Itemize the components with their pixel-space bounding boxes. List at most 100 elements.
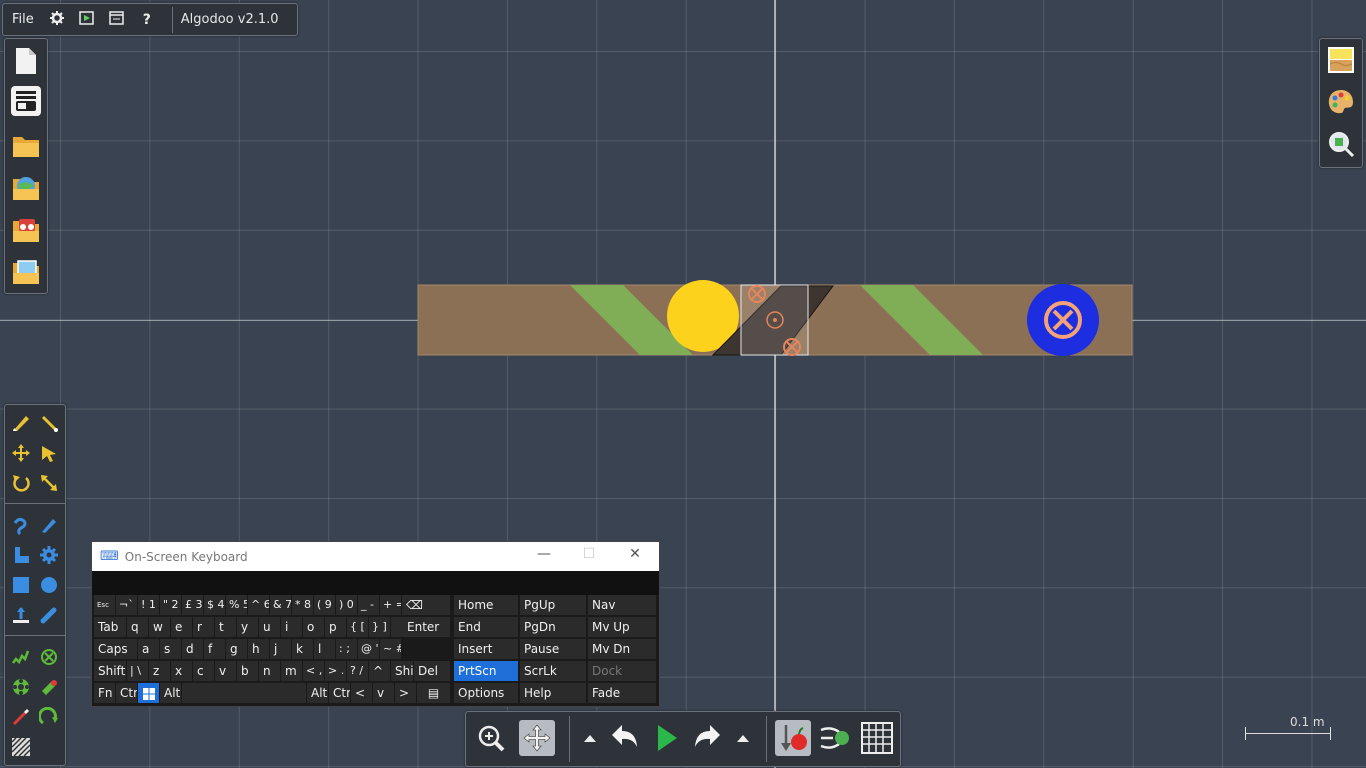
key[interactable]: n: [259, 661, 280, 681]
brush-tool-icon[interactable]: [37, 411, 61, 435]
key-help[interactable]: Help: [520, 683, 586, 703]
key-esc[interactable]: Esc: [94, 595, 115, 615]
key-shift-right[interactable]: Shift: [391, 661, 413, 681]
zoom-icon[interactable]: [473, 720, 509, 756]
key-end[interactable]: End: [454, 617, 518, 637]
key[interactable]: > .: [325, 661, 346, 681]
thruster-tool-icon[interactable]: [9, 675, 33, 699]
key-down-arrow[interactable]: v: [373, 683, 394, 703]
key[interactable]: g: [226, 639, 247, 659]
sketch-tool-icon[interactable]: [9, 411, 33, 435]
key[interactable]: i: [281, 617, 302, 637]
open-online-icon[interactable]: [10, 171, 42, 203]
key-pgup[interactable]: PgUp: [520, 595, 586, 615]
key[interactable]: ( 9: [314, 595, 335, 615]
key[interactable]: z: [149, 661, 170, 681]
axle-tool-icon[interactable]: [37, 645, 61, 669]
move-tool-icon[interactable]: [9, 441, 33, 465]
gear-icon[interactable]: [42, 10, 72, 29]
key[interactable]: _ -: [358, 595, 379, 615]
key-shift-left[interactable]: Shift: [94, 661, 126, 681]
key[interactable]: ~ #: [380, 639, 401, 659]
scale-tool-icon[interactable]: [37, 471, 61, 495]
key[interactable]: l: [314, 639, 335, 659]
key-alt-right[interactable]: Alt: [307, 683, 328, 703]
key[interactable]: ) 0: [336, 595, 357, 615]
key-ctrl-left[interactable]: Ctrl: [116, 683, 137, 703]
drag-tool-icon[interactable]: [37, 441, 61, 465]
open-image-icon[interactable]: [10, 255, 42, 287]
key[interactable]: c: [193, 661, 214, 681]
key[interactable]: + =: [380, 595, 401, 615]
key[interactable]: : ;: [336, 639, 357, 659]
fixate-tool-icon[interactable]: [9, 603, 33, 627]
key[interactable]: | \: [127, 661, 148, 681]
gravity-icon[interactable]: [775, 720, 811, 756]
key[interactable]: f: [204, 639, 225, 659]
play-scene-icon[interactable]: [72, 10, 102, 29]
air-friction-icon[interactable]: [817, 720, 853, 756]
key[interactable]: ! 1: [138, 595, 159, 615]
key-tab[interactable]: Tab: [94, 617, 126, 637]
key[interactable]: r: [193, 617, 214, 637]
pan-icon[interactable]: [519, 720, 555, 756]
maximize-icon[interactable]: ☐: [574, 546, 604, 562]
close-icon[interactable]: ✕: [620, 546, 650, 562]
key[interactable]: k: [292, 639, 313, 659]
chain-tool-icon[interactable]: [37, 705, 61, 729]
box-tool-icon[interactable]: [9, 573, 33, 597]
key-insert[interactable]: Insert: [454, 639, 518, 659]
menu-up-icon[interactable]: [726, 720, 760, 756]
key-prtscn[interactable]: PrtScn: [454, 661, 518, 681]
key-home[interactable]: Home: [454, 595, 518, 615]
key-options[interactable]: Options: [454, 683, 518, 703]
key-pause[interactable]: Pause: [520, 639, 586, 659]
key[interactable]: @ ': [358, 639, 379, 659]
key[interactable]: ¬`: [116, 595, 137, 615]
key[interactable]: ? /: [347, 661, 368, 681]
key[interactable]: & 7: [270, 595, 291, 615]
rotate-tool-icon[interactable]: [9, 471, 33, 495]
key-caps[interactable]: Caps: [94, 639, 137, 659]
key-fn[interactable]: Fn: [94, 683, 115, 703]
background-icon[interactable]: [1326, 45, 1356, 75]
circle-tool-icon[interactable]: [37, 573, 61, 597]
open-demo-icon[interactable]: [10, 213, 42, 245]
menu-up-icon[interactable]: [573, 720, 607, 756]
key-right-arrow[interactable]: >: [395, 683, 416, 703]
texture-tool-icon[interactable]: [9, 735, 33, 759]
key-menu[interactable]: ▤: [417, 683, 450, 703]
palette-icon[interactable]: [1326, 87, 1356, 117]
key[interactable]: } ]: [369, 617, 390, 637]
key-nav[interactable]: Nav: [588, 595, 656, 615]
play-icon[interactable]: [648, 720, 684, 756]
key[interactable]: d: [182, 639, 203, 659]
key[interactable]: b: [237, 661, 258, 681]
key[interactable]: p: [325, 617, 346, 637]
key-enter[interactable]: Enter: [391, 617, 450, 637]
key[interactable]: j: [270, 639, 291, 659]
window-icon[interactable]: [102, 10, 132, 29]
osk-title-bar[interactable]: ⌨ On-Screen Keyboard — ☐ ✕: [92, 542, 659, 571]
key[interactable]: $ 4: [204, 595, 225, 615]
minimize-icon[interactable]: —: [529, 546, 559, 562]
key-scrlk[interactable]: ScrLk: [520, 661, 586, 681]
zoom-find-icon[interactable]: [1326, 129, 1356, 159]
key[interactable]: * 8: [292, 595, 313, 615]
key[interactable]: ^ 6: [248, 595, 269, 615]
tracer-tool-icon[interactable]: [37, 603, 61, 627]
undo-icon[interactable]: [607, 720, 643, 756]
key-fade[interactable]: Fade: [588, 683, 656, 703]
key[interactable]: e: [171, 617, 192, 637]
key[interactable]: a: [138, 639, 159, 659]
key-mvup[interactable]: Mv Up: [588, 617, 656, 637]
key-up-arrow[interactable]: ^: [369, 661, 390, 681]
grid-icon[interactable]: [859, 720, 895, 756]
key[interactable]: m: [281, 661, 302, 681]
key[interactable]: v: [215, 661, 236, 681]
plane-tool-icon[interactable]: [9, 543, 33, 567]
key-alt-left[interactable]: Alt: [160, 683, 181, 703]
pen-tool-icon[interactable]: [9, 705, 33, 729]
key[interactable]: h: [248, 639, 269, 659]
redo-icon[interactable]: [689, 720, 725, 756]
